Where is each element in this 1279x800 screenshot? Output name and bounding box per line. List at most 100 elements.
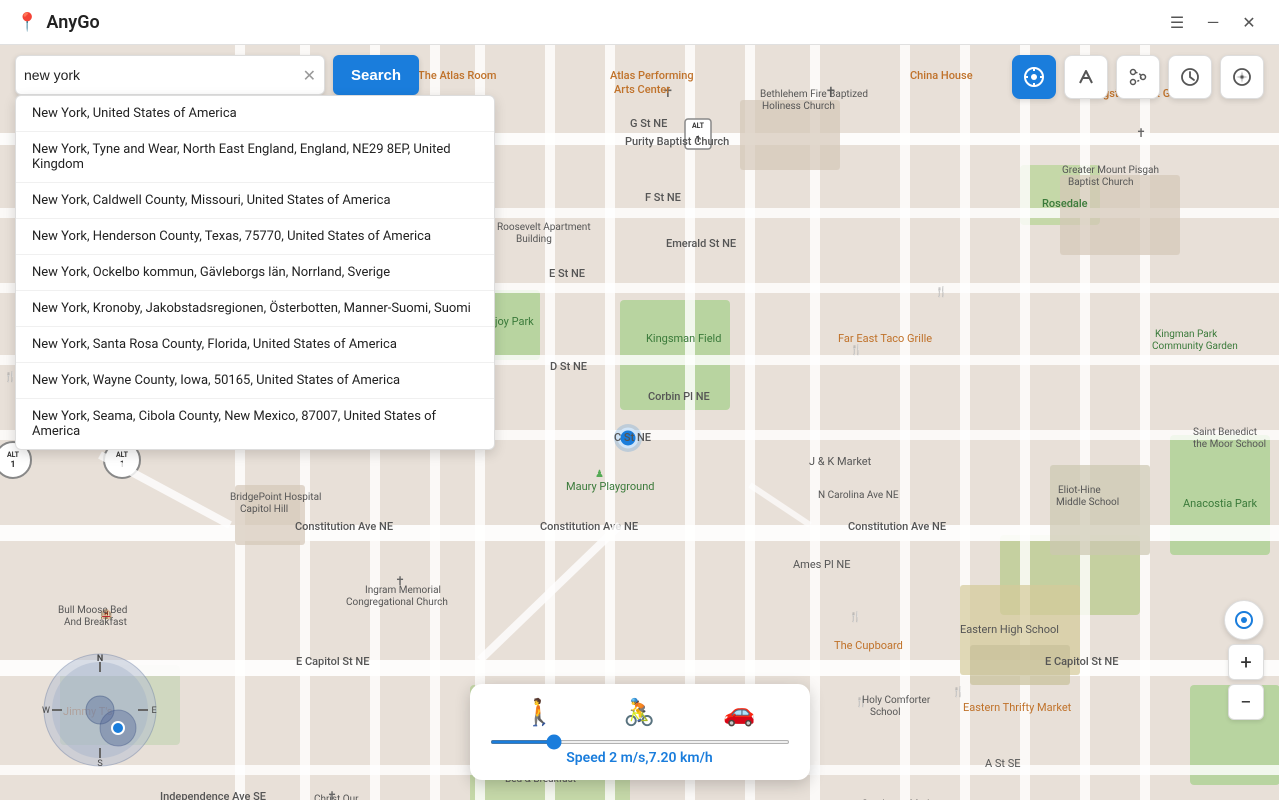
- speed-panel: 🚶 🚴 🚗 Speed 2 m/s,7.20 km/h: [470, 684, 810, 780]
- svg-text:Purity Baptist Church: Purity Baptist Church: [625, 135, 729, 148]
- right-toolbar: [1012, 55, 1264, 99]
- window-controls: ☰ — ✕: [1163, 8, 1263, 36]
- title-bar: 📍 AnyGo ☰ — ✕: [0, 0, 1279, 45]
- dropdown-item[interactable]: New York, Henderson County, Texas, 75770…: [16, 219, 494, 255]
- dropdown-item[interactable]: New York, Wayne County, Iowa, 50165, Uni…: [16, 363, 494, 399]
- svg-text:E Capitol St NE: E Capitol St NE: [296, 655, 369, 668]
- svg-text:1: 1: [10, 460, 15, 470]
- svg-text:Anacostia Park: Anacostia Park: [1183, 497, 1258, 510]
- dropdown-item[interactable]: New York, Caldwell County, Missouri, Uni…: [16, 183, 494, 219]
- svg-text:Baptist Church: Baptist Church: [1068, 177, 1133, 188]
- svg-text:Atlas Performing: Atlas Performing: [610, 69, 694, 82]
- locate-button[interactable]: [1012, 55, 1056, 99]
- svg-text:Ingram Memorial: Ingram Memorial: [365, 585, 441, 596]
- app-title: AnyGo: [46, 12, 1163, 33]
- svg-text:F St NE: F St NE: [645, 191, 681, 204]
- svg-text:Kingman Park: Kingman Park: [1155, 329, 1218, 340]
- svg-text:Eastern High School: Eastern High School: [960, 623, 1059, 636]
- dropdown-item[interactable]: New York, United States of America: [16, 96, 494, 132]
- dropdown-item[interactable]: New York, Kronoby, Jakobstadsregionen, Ö…: [16, 291, 494, 327]
- svg-text:the Moor School: the Moor School: [1193, 439, 1266, 450]
- svg-text:ALT: ALT: [116, 451, 129, 459]
- search-input[interactable]: [24, 67, 303, 83]
- history-button[interactable]: [1168, 55, 1212, 99]
- svg-text:W: W: [42, 706, 50, 716]
- svg-text:Rosedale: Rosedale: [1042, 197, 1088, 210]
- svg-text:E St NE: E St NE: [549, 267, 585, 280]
- svg-text:E: E: [151, 706, 156, 716]
- compass-button[interactable]: [1220, 55, 1264, 99]
- close-button[interactable]: ✕: [1235, 8, 1263, 36]
- svg-text:Greater Mount Pisgah: Greater Mount Pisgah: [1062, 165, 1159, 176]
- svg-text:♟: ♟: [595, 469, 604, 480]
- clear-button[interactable]: ✕: [303, 66, 316, 85]
- svg-text:Corbin Pl NE: Corbin Pl NE: [648, 390, 710, 403]
- walk-button[interactable]: 🚶: [523, 698, 555, 728]
- svg-text:Bull Moose Bed: Bull Moose Bed: [58, 605, 127, 616]
- svg-text:🍴: 🍴: [935, 285, 947, 298]
- search-button[interactable]: Search: [333, 55, 419, 95]
- svg-text:Christ Our...: Christ Our...: [314, 794, 366, 800]
- map-locate-button[interactable]: [1224, 600, 1264, 640]
- bike-button[interactable]: 🚴: [623, 698, 655, 728]
- svg-text:Independence Ave SE: Independence Ave SE: [160, 790, 266, 800]
- svg-text:The Cupboard: The Cupboard: [834, 639, 903, 652]
- svg-text:Middle School: Middle School: [1056, 497, 1119, 508]
- dropdown-item[interactable]: New York, Ockelbo kommun, Gävleborgs län…: [16, 255, 494, 291]
- svg-text:Saint Benedict: Saint Benedict: [1193, 427, 1257, 438]
- speed-slider-wrap: [490, 740, 790, 744]
- speed-value: 2 m/s,7.20 km/h: [609, 750, 713, 766]
- svg-text:Eliot-Hine: Eliot-Hine: [1058, 485, 1101, 496]
- car-button[interactable]: 🚗: [723, 698, 755, 728]
- compass-rose: N S E W: [40, 650, 160, 770]
- svg-text:BridgePoint Hospital: BridgePoint Hospital: [230, 492, 321, 503]
- svg-text:Ames Pl NE: Ames Pl NE: [793, 558, 851, 571]
- transport-mode-selector: 🚶 🚴 🚗: [490, 698, 790, 728]
- svg-text:Holiness Church: Holiness Church: [762, 101, 835, 112]
- zoom-out-button[interactable]: −: [1228, 684, 1264, 720]
- route-button[interactable]: [1064, 55, 1108, 99]
- svg-text:D St NE: D St NE: [550, 360, 587, 373]
- svg-text:🍴: 🍴: [952, 685, 964, 698]
- svg-text:The Atlas Room: The Atlas Room: [418, 69, 496, 82]
- zoom-controls: + −: [1228, 644, 1264, 720]
- speed-display: Speed 2 m/s,7.20 km/h: [490, 750, 790, 766]
- svg-text:China House: China House: [910, 69, 973, 82]
- svg-text:Constitution Ave NE: Constitution Ave NE: [295, 520, 393, 533]
- svg-text:ALT: ALT: [692, 122, 705, 130]
- svg-text:S: S: [97, 759, 102, 769]
- speed-label: Speed: [566, 750, 605, 766]
- svg-text:ALT: ALT: [7, 451, 20, 459]
- svg-text:And Breakfast: And Breakfast: [64, 616, 127, 628]
- search-input-wrap: ✕: [15, 55, 325, 95]
- waypoint-button[interactable]: [1116, 55, 1160, 99]
- svg-text:Arts Center: Arts Center: [614, 83, 670, 96]
- svg-text:Capitol Hill: Capitol Hill: [240, 504, 288, 515]
- svg-text:ejoy Park: ejoy Park: [489, 315, 534, 328]
- dropdown-item[interactable]: New York, Santa Rosa County, Florida, Un…: [16, 327, 494, 363]
- menu-button[interactable]: ☰: [1163, 8, 1191, 36]
- svg-text:N Carolina Ave NE: N Carolina Ave NE: [818, 490, 899, 501]
- svg-text:Maury Playground: Maury Playground: [566, 480, 654, 493]
- svg-text:Roosevelt Apartment: Roosevelt Apartment: [497, 222, 591, 233]
- search-bar: ✕ Search: [15, 55, 419, 95]
- minimize-button[interactable]: —: [1199, 8, 1227, 36]
- search-dropdown: New York, United States of AmericaNew Yo…: [15, 95, 495, 450]
- dropdown-item[interactable]: New York, Tyne and Wear, North East Engl…: [16, 132, 494, 183]
- svg-text:School: School: [870, 707, 901, 718]
- svg-text:Constitution Ave NE: Constitution Ave NE: [848, 520, 946, 533]
- svg-text:A St SE: A St SE: [985, 757, 1021, 770]
- svg-text:🍴: 🍴: [849, 610, 861, 623]
- speed-slider[interactable]: [490, 740, 790, 744]
- svg-text:Constitution Ave NE: Constitution Ave NE: [540, 520, 638, 533]
- svg-text:Kingsman Field: Kingsman Field: [646, 332, 721, 345]
- svg-text:Congregational Church: Congregational Church: [346, 597, 448, 608]
- svg-text:Bethlehem Fire Baptized: Bethlehem Fire Baptized: [760, 89, 868, 100]
- svg-text:G St NE: G St NE: [630, 117, 667, 130]
- zoom-in-button[interactable]: +: [1228, 644, 1264, 680]
- svg-text:C St NE: C St NE: [614, 431, 651, 444]
- svg-text:E Capitol St NE: E Capitol St NE: [1045, 655, 1118, 668]
- svg-text:J & K Market: J & K Market: [809, 455, 872, 468]
- svg-text:Emerald St NE: Emerald St NE: [666, 237, 736, 250]
- dropdown-item[interactable]: New York, Seama, Cibola County, New Mexi…: [16, 399, 494, 449]
